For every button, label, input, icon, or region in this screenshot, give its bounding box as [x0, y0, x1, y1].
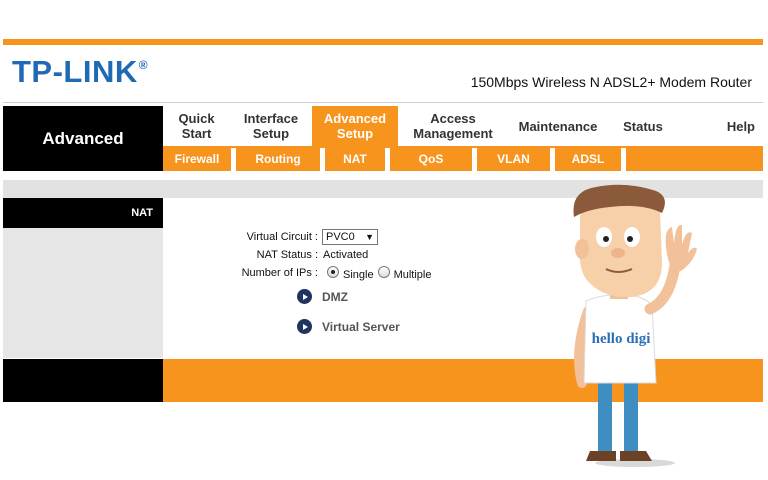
- multiple-radio[interactable]: [377, 266, 390, 278]
- nat-status-label: NAT Status :: [256, 249, 318, 261]
- number-of-ips-label: Number of IPs :: [241, 267, 318, 279]
- play-circle-icon: [297, 319, 312, 334]
- virtual-circuit-value: PVC0: [326, 231, 355, 243]
- dropdown-arrow-icon: ▼: [365, 232, 374, 242]
- tab-interface-setup[interactable]: Interface Setup: [230, 106, 312, 146]
- virtual-circuit-label: Virtual Circuit :: [246, 231, 318, 243]
- single-radio[interactable]: [327, 266, 339, 278]
- multiple-radio-label: Multiple: [393, 269, 432, 281]
- virtual-circuit-select[interactable]: PVC0 ▼: [322, 229, 378, 245]
- dmz-link-label: DMZ: [322, 289, 348, 304]
- tab-quick-start[interactable]: Quick Start: [163, 106, 230, 146]
- subtab-vlan[interactable]: VLAN: [477, 146, 550, 171]
- header-divider: [3, 102, 763, 103]
- top-accent-stripe: [3, 39, 763, 45]
- sidebar-panel: [3, 228, 163, 358]
- play-circle-icon: [297, 289, 312, 304]
- sidebar-heading-nat: NAT: [3, 198, 163, 228]
- subtab-separator: [621, 148, 626, 171]
- sub-nav: Firewall Routing NAT QoS VLAN ADSL: [163, 146, 763, 171]
- main-nav: Quick Start Interface Setup Advanced Setup …: [163, 106, 763, 146]
- nat-status-value: Activated: [323, 249, 369, 261]
- subtab-firewall[interactable]: Firewall: [163, 146, 231, 171]
- virtual-server-link[interactable]: Virtual Server: [297, 319, 400, 334]
- tab-advanced-setup[interactable]: Advanced Setup: [312, 106, 398, 146]
- subtab-routing[interactable]: Routing: [236, 146, 320, 171]
- subtab-nat[interactable]: NAT: [325, 146, 385, 171]
- number-of-ips-options: Single Multiple: [327, 266, 432, 281]
- mascot-illustration: hello digi: [573, 184, 697, 467]
- subtab-adsl[interactable]: ADSL: [555, 146, 621, 171]
- section-title: Advanced: [3, 106, 163, 171]
- tab-access-management[interactable]: Access Management: [398, 106, 508, 146]
- virtual-server-link-label: Virtual Server: [322, 319, 400, 334]
- router-model-title: 150Mbps Wireless N ADSL2+ Modem Router: [470, 74, 752, 90]
- tab-status[interactable]: Status: [608, 106, 678, 146]
- footer-left: [3, 359, 163, 402]
- tab-help[interactable]: Help: [678, 106, 763, 146]
- tab-maintenance[interactable]: Maintenance: [508, 106, 608, 146]
- mascot-shirt-text: hello digi: [592, 331, 651, 347]
- subtab-qos[interactable]: QoS: [390, 146, 472, 171]
- dmz-link[interactable]: DMZ: [297, 289, 348, 304]
- tp-link-logo: TP-LINK®: [12, 54, 149, 89]
- single-radio-label: Single: [343, 269, 374, 281]
